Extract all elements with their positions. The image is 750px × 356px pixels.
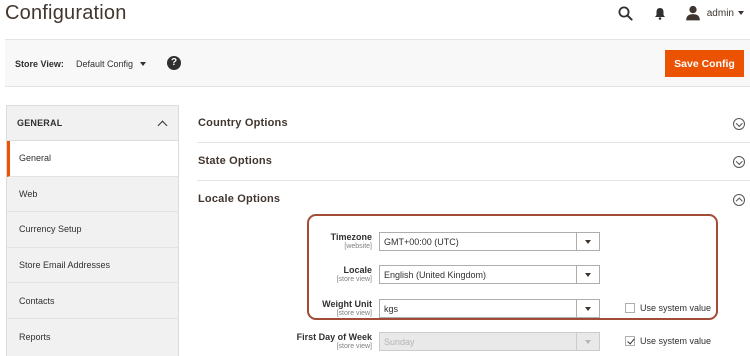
section-title: Country Options	[198, 117, 288, 129]
chevron-down-icon	[738, 11, 744, 15]
chevron-up-icon	[157, 120, 168, 130]
field-row-locale: Locale [store view] English (United King…	[270, 265, 750, 295]
chevron-down-icon	[585, 239, 591, 244]
locale-scope: [store view]	[336, 276, 372, 283]
field-row-first-day: First Day of Week [store view] Sunday Us…	[270, 332, 750, 356]
field-label: Weight Unit [store view]	[322, 299, 372, 317]
weight-unit-select[interactable]: kgs	[379, 299, 600, 318]
page-title: Configuration	[5, 2, 127, 24]
sidebar-item-web[interactable]: Web	[7, 177, 178, 213]
store-view-switcher[interactable]: Default Config	[76, 59, 147, 69]
section-state-options[interactable]: State Options	[197, 143, 750, 181]
weight-unit-scope: [store view]	[336, 310, 372, 317]
field-row-weight-unit: Weight Unit [store view] kgs Use system …	[270, 299, 750, 329]
chevron-down-icon	[585, 306, 591, 311]
section-title: State Options	[198, 155, 273, 167]
expand-icon	[733, 118, 745, 130]
bell-icon[interactable]	[651, 4, 669, 22]
expand-icon	[733, 156, 745, 168]
admin-user-menu[interactable]: admin	[685, 5, 744, 21]
timezone-scope: [website]	[344, 243, 372, 250]
sidebar-item-currency-setup[interactable]: Currency Setup	[7, 212, 178, 248]
sidebar-item-store-email-addresses[interactable]: Store Email Addresses	[7, 248, 178, 284]
chevron-down-icon	[140, 62, 147, 66]
user-icon	[685, 5, 700, 21]
chevron-down-icon	[585, 339, 591, 344]
collapse-icon	[733, 194, 745, 206]
use-system-value-label: Use system value	[640, 303, 712, 313]
sidebar-group-general[interactable]: GENERAL	[7, 106, 178, 141]
first-day-label: First Day of Week	[296, 332, 372, 342]
timezone-value: GMT+00:00 (UTC)	[384, 236, 459, 247]
admin-name: admin	[706, 7, 734, 19]
section-country-options[interactable]: Country Options	[197, 105, 750, 143]
sidebar-item-reports[interactable]: Reports	[7, 319, 178, 355]
store-view-label: Store View:	[15, 59, 64, 69]
weight-unit-label: Weight Unit	[322, 299, 372, 309]
use-system-value-checkbox[interactable]	[625, 336, 635, 346]
weight-unit-use-system: Use system value	[625, 303, 711, 313]
use-system-value-label: Use system value	[640, 336, 712, 346]
locale-label: Locale	[343, 265, 372, 275]
chevron-down-icon	[585, 272, 591, 277]
timezone-select[interactable]: GMT+00:00 (UTC)	[379, 232, 600, 251]
first-day-select: Sunday	[379, 332, 600, 351]
first-day-value: Sunday	[384, 336, 415, 347]
weight-unit-value: kgs	[384, 303, 399, 314]
sidebar-group-title: GENERAL	[17, 118, 63, 128]
config-sidebar: GENERAL General Web Currency Setup Store…	[6, 105, 179, 356]
section-title: Locale Options	[198, 193, 281, 205]
sidebar-item-general[interactable]: General	[7, 141, 178, 177]
use-system-value-checkbox[interactable]	[625, 303, 635, 313]
locale-select[interactable]: English (United Kingdom)	[379, 265, 600, 284]
store-view-selected: Default Config	[76, 59, 134, 69]
store-view-bar: Store View: Default Config ? Save Config	[5, 39, 750, 87]
search-icon[interactable]	[617, 4, 635, 22]
field-label: Timezone [website]	[331, 232, 372, 250]
field-label: First Day of Week [store view]	[297, 332, 372, 350]
save-config-button[interactable]: Save Config	[665, 50, 744, 77]
sidebar-item-contacts[interactable]: Contacts	[7, 283, 178, 319]
timezone-label: Timezone	[330, 232, 372, 242]
help-icon[interactable]: ?	[167, 56, 181, 70]
first-day-use-system: Use system value	[625, 336, 711, 346]
first-day-scope: [store view]	[336, 343, 372, 350]
field-row-timezone: Timezone [website] GMT+00:00 (UTC)	[270, 232, 750, 262]
locale-value: English (United Kingdom)	[384, 269, 487, 280]
field-label: Locale [store view]	[337, 265, 372, 283]
header-actions: admin	[617, 0, 750, 26]
